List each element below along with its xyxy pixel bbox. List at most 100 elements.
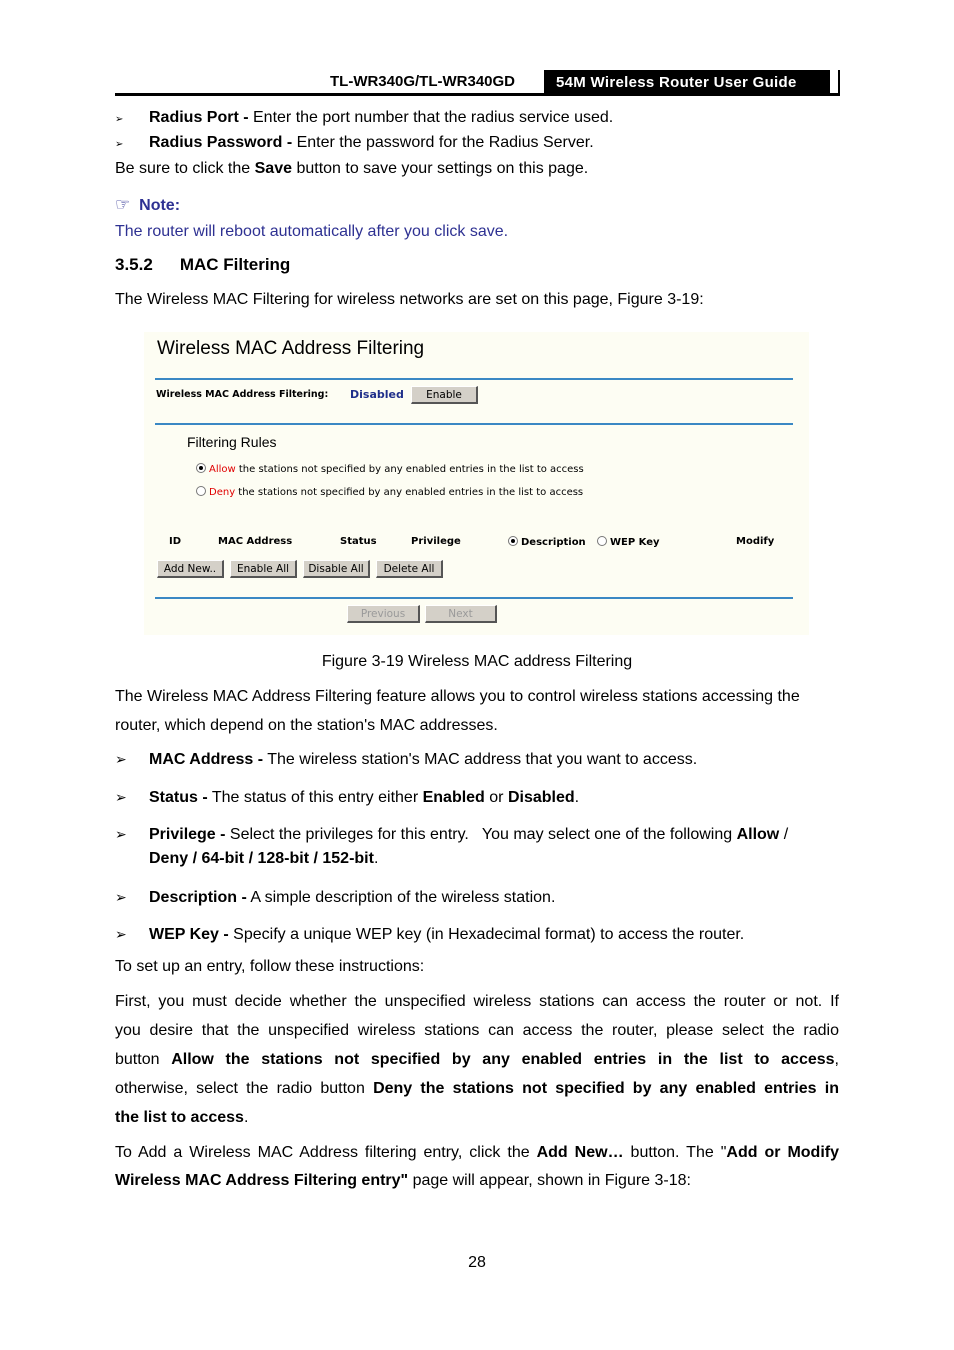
note-text: The router will reboot automatically aft… [115,223,509,240]
bullet-wep-key: ➢ WEP Key - Specify a unique WEP key (in … [115,924,744,945]
filter-status: Disabled [350,388,404,401]
page-number: 28 [468,1254,486,1271]
bold-term: Allow [736,826,780,843]
radio-allow[interactable] [196,463,206,473]
rule-allow[interactable]: Allow the stations not specified by any … [196,463,584,475]
figure-page-title: Wireless MAC Address Filtering [157,338,425,359]
bullet-term: WEP Key - [149,926,229,943]
bullet-term: MAC Address - [149,751,264,768]
text: button. The " [623,1144,727,1161]
column-privilege: Privilege [411,536,461,547]
rule-text: the stations not specified by any enable… [235,487,584,498]
bullet-term: Privilege - [149,826,226,843]
bullet-term: Status - [149,789,208,806]
column-description-option[interactable]: Description [508,536,586,548]
bullet-privilege-line-2: Deny / 64-bit / 128-bit / 152-bit. [149,849,378,869]
first-para-line-4: otherwise, select the radio button Deny … [115,1079,839,1099]
text: . [574,789,580,806]
bold-term: Disabled [507,789,575,806]
bullet-privilege: ➢ Privilege - Select the privileges for t… [115,824,788,845]
text: To Add a Wireless MAC Address filtering … [115,1144,537,1161]
page-reference: Add or Modify [726,1144,840,1161]
disable-all-button[interactable]: Disable All [303,560,370,578]
bullet-text: Enter the port number that the radius se… [248,109,614,126]
text: you desire that the unspecified wireless… [115,1022,839,1039]
column-id: ID [169,536,182,547]
allow-option-reference: Allow the stations not specified by any … [171,1051,835,1068]
first-para-line-1: First, you must decide whether the unspe… [115,992,839,1012]
deny-option-reference: the list to access [115,1109,244,1126]
add-para-line-1: To Add a Wireless MAC Address filtering … [115,1143,839,1163]
bullet-description: ➢ Description - A simple description of t… [115,887,555,908]
radio-description[interactable] [508,536,518,546]
bullet-radius-port: ➢ Radius Port - Enter the port number tha… [115,108,613,130]
text: First, you must decide whether the unspe… [115,993,839,1010]
column-wep-key: WEP Key [610,537,660,548]
arrow-bullet-icon: ➢ [115,926,127,942]
filter-label: Wireless MAC Address Filtering: [156,389,329,400]
enable-button[interactable]: Enable [411,386,478,404]
next-button[interactable]: Next [425,605,497,623]
arrow-bullet-icon: ➢ [115,751,127,767]
filtering-rules-heading: Filtering Rules [187,434,277,450]
rule-keyword: Deny [209,487,236,498]
figure-mac-filtering-screenshot: Wireless MAC Address Filtering Wireless … [144,332,809,635]
bullet-mac-address: ➢ MAC Address - The wireless station's MA… [115,749,697,770]
description-line-1: The Wireless MAC Address Filtering featu… [115,688,800,705]
rule-keyword: Allow [209,464,236,475]
add-new-button[interactable]: Add New.. [157,560,224,578]
text: otherwise, select the radio button [115,1080,374,1097]
arrow-bullet-icon: ➢ [115,889,127,905]
divider [155,378,793,380]
bullet-text: The wireless station's MAC address that … [263,751,698,768]
bullet-text: The status of this entry either [207,789,423,806]
pointing-hand-icon: ☞ [115,195,131,214]
bullet-text: Enter the password for the Radius Server… [292,134,594,151]
divider [155,597,793,599]
first-para-line-5: the list to access. [115,1108,248,1128]
radio-wep-key[interactable] [597,536,607,546]
text: or [484,789,508,806]
section-title: MAC Filtering [179,255,291,274]
note-heading: ☞ Note: [115,195,180,216]
setup-intro: To set up an entry, follow these instruc… [115,958,425,975]
save-instruction: Be sure to click the Save button to save… [115,159,588,179]
text: / [779,826,789,843]
arrow-bullet-icon: ➢ [115,789,127,805]
deny-option-reference: Deny the stations not specified by any e… [373,1080,840,1097]
note-label: Note: [139,197,181,214]
column-modify: Modify [736,536,775,547]
bullet-term: Radius Password - [149,134,293,151]
save-term: Save [254,160,292,177]
bullet-text: Select the privileges for this entry. Yo… [225,826,737,843]
text: button to save your settings on this pag… [292,160,589,177]
previous-button[interactable]: Previous [347,605,420,623]
text: button [115,1051,172,1068]
header-rule [115,93,840,96]
text: . [243,1109,249,1126]
column-description: Description [521,537,586,548]
radio-deny[interactable] [196,486,206,496]
bullet-term: Radius Port - [149,109,249,126]
description-line-2: router, which depend on the station's MA… [115,717,498,734]
guide-title-header: 54M Wireless Router User Guide [544,70,840,94]
enable-all-button[interactable]: Enable All [230,560,297,578]
bullet-text: A simple description of the wireless sta… [246,889,556,906]
section-heading: 3.5.2 MAC Filtering [115,255,290,275]
document-model-header: TL-WR340G/TL-WR340GD [330,73,516,90]
bullet-text: Specify a unique WEP key (in Hexadecimal… [228,926,745,943]
column-mac-address: MAC Address [218,536,293,547]
section-number: 3.5.2 [115,255,153,274]
rule-deny[interactable]: Deny the stations not specified by any e… [196,486,583,498]
bold-term: Enabled [422,789,485,806]
delete-all-button[interactable]: Delete All [376,560,443,578]
column-wep-key-option[interactable]: WEP Key [597,536,660,548]
figure-caption: Figure 3-19 Wireless MAC address Filteri… [321,653,633,670]
first-para-line-3: button Allow the stations not specified … [115,1050,839,1070]
rule-text: the stations not specified by any enable… [235,464,584,475]
divider [155,423,793,425]
first-para-line-2: you desire that the unspecified wireless… [115,1021,839,1041]
bullet-status: ➢ Status - The status of this entry eithe… [115,787,579,808]
text: . [373,850,379,867]
add-para-line-2: Wireless MAC Address Filtering entry" pa… [115,1171,691,1191]
